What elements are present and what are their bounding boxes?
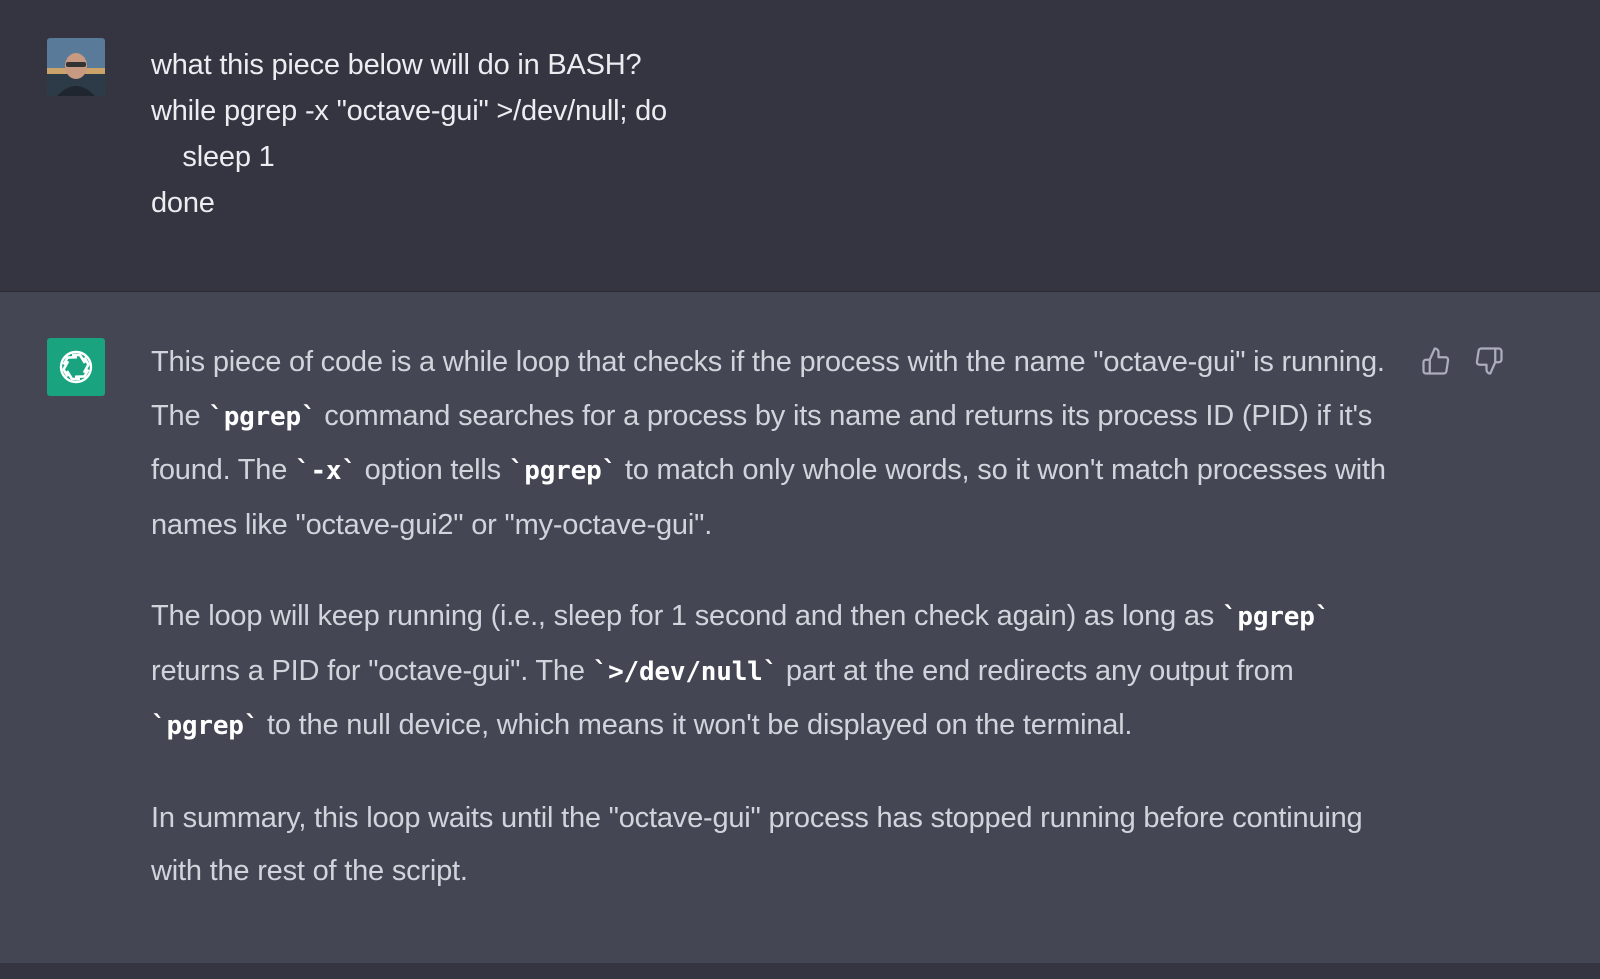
text-run: returns a PID for "octave-gui". The: [151, 654, 593, 687]
answer-paragraph-2: The loop will keep running (i.e., sleep …: [151, 590, 1401, 754]
chat-thread: what this piece below will do in BASH? w…: [0, 0, 1600, 979]
inline-code: `-x`: [295, 456, 357, 486]
text-run: to the null device, which means it won't…: [259, 709, 1133, 741]
text-run: part at the end redirects any output fro…: [778, 654, 1294, 687]
user-message-line: what this piece below will do in BASH?: [151, 49, 642, 81]
thumbs-down-button[interactable]: [1472, 344, 1506, 378]
assistant-message-text: This piece of code is a while loop that …: [151, 336, 1401, 937]
thumbs-up-icon: [1422, 347, 1450, 375]
chatgpt-logo-icon: [47, 338, 105, 396]
user-avatar: [47, 38, 105, 96]
assistant-message: This piece of code is a while loop that …: [0, 292, 1600, 963]
user-message-text: what this piece below will do in BASH? w…: [151, 42, 667, 226]
text-run: option tells: [356, 454, 509, 486]
inline-code: `pgrep`: [1221, 602, 1331, 632]
user-message: what this piece below will do in BASH? w…: [0, 0, 1600, 292]
inline-code: `pgrep`: [508, 456, 617, 486]
inline-code: `>/dev/null`: [592, 656, 779, 687]
user-message-line: sleep 1: [151, 141, 275, 173]
answer-paragraph-3: In summary, this loop waits until the "o…: [151, 792, 1401, 899]
answer-paragraph-1: This piece of code is a while loop that …: [151, 336, 1401, 552]
inline-code: `pgrep`: [208, 401, 317, 432]
inline-code: `pgrep`: [151, 711, 260, 741]
thumbs-up-button[interactable]: [1419, 344, 1453, 378]
user-message-line: while pgrep -x "octave-gui" >/dev/null; …: [151, 95, 667, 127]
user-message-line: done: [151, 187, 215, 219]
bottom-bar: [0, 963, 1600, 979]
text-run: The loop will keep running (i.e., sleep …: [151, 600, 1222, 632]
thumbs-down-icon: [1475, 347, 1503, 375]
text-run: In summary, this loop waits until the "o…: [151, 801, 1363, 888]
